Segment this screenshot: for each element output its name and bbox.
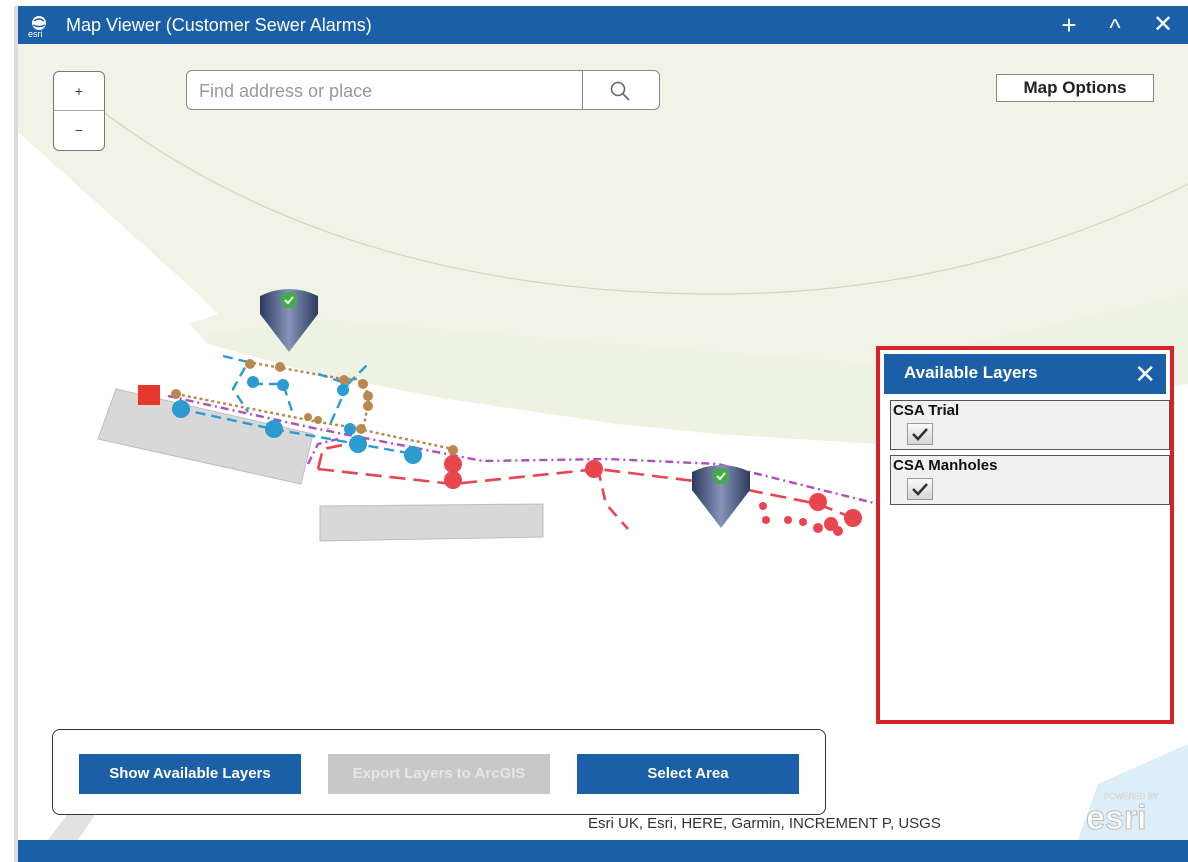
close-icon[interactable]: ✕: [1146, 8, 1180, 42]
title-bar: esri Map Viewer (Customer Sewer Alarms) …: [18, 6, 1188, 44]
esri-wordmark: esri: [1086, 799, 1147, 834]
layer-name: CSA Trial: [893, 402, 960, 419]
esri-globe-icon: esri: [28, 16, 46, 38]
map-pin-check-icon[interactable]: [258, 288, 320, 354]
layer-item-csa-trial: CSA Trial: [890, 400, 1170, 450]
layer-item-csa-manholes: CSA Manholes: [890, 455, 1170, 505]
chevron-up-icon[interactable]: ^: [1098, 12, 1132, 46]
select-area-button[interactable]: Select Area: [577, 754, 799, 794]
close-icon[interactable]: ✕: [1134, 358, 1156, 390]
status-bar: [18, 840, 1188, 862]
export-layers-button[interactable]: Export Layers to ArcGIS: [328, 754, 550, 794]
checkmark-icon: [912, 483, 928, 496]
available-layers-panel: Available Layers ✕ CSA Trial CSA Manhole…: [876, 346, 1174, 724]
action-toolbar: Show Available Layers Export Layers to A…: [52, 729, 826, 815]
layer-checkbox[interactable]: [907, 423, 933, 445]
svg-text:esri: esri: [28, 29, 43, 38]
search-button[interactable]: [582, 71, 659, 109]
zoom-out-button[interactable]: −: [54, 111, 104, 149]
search-box: [186, 70, 660, 110]
layer-checkbox[interactable]: [907, 478, 933, 500]
checkmark-icon: [912, 428, 928, 441]
window-title: Map Viewer (Customer Sewer Alarms): [66, 15, 372, 35]
map-canvas[interactable]: + − Map Options Available Layers ✕ CSA T…: [18, 44, 1188, 840]
layer-name: CSA Manholes: [893, 457, 998, 474]
map-attribution: Esri UK, Esri, HERE, Garmin, INCREMENT P…: [588, 815, 941, 832]
search-icon: [610, 81, 630, 101]
layers-panel-title: Available Layers: [904, 363, 1038, 382]
show-available-layers-button[interactable]: Show Available Layers: [79, 754, 301, 794]
layers-panel-header: Available Layers ✕: [884, 354, 1166, 394]
map-options-button[interactable]: Map Options: [996, 74, 1154, 102]
esri-logo-graphic: POWERED BY esri: [1086, 792, 1160, 838]
zoom-in-button[interactable]: +: [54, 72, 104, 110]
plus-icon[interactable]: +: [1052, 8, 1086, 42]
map-pin-check-icon[interactable]: [690, 464, 752, 530]
esri-logo: POWERED BY esri: [1082, 789, 1172, 839]
search-input[interactable]: [197, 77, 571, 105]
zoom-control: + −: [53, 71, 105, 151]
